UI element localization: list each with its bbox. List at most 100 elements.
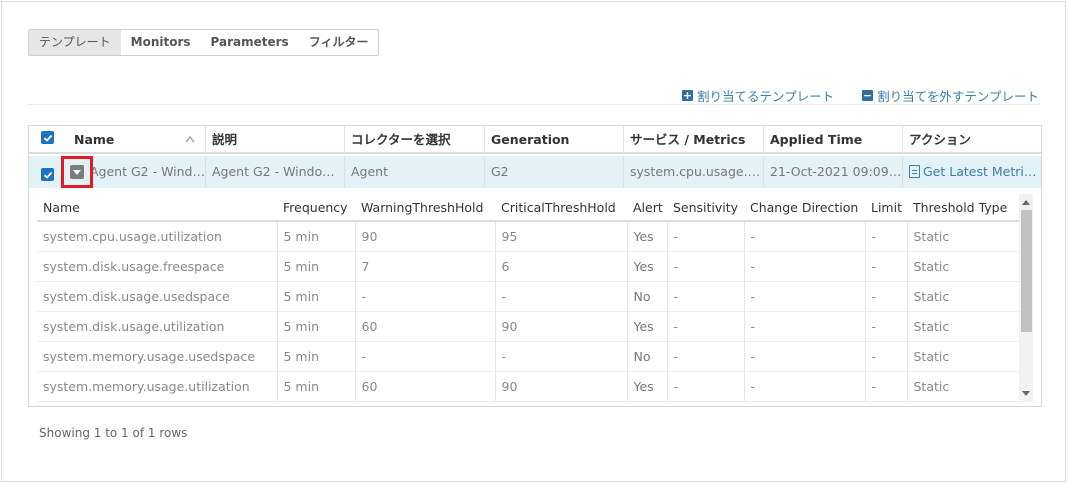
get-latest-metric-link[interactable]: Get Latest Metric Values xyxy=(902,156,1042,188)
tab-bar: テンプレート Monitors Parameters フィルター xyxy=(28,29,380,56)
cell-frequency: 5 min xyxy=(276,311,355,342)
row-collector: Agent xyxy=(344,156,484,188)
tab-parameters[interactable]: Parameters xyxy=(201,30,299,55)
cell-frequency: 5 min xyxy=(276,341,355,372)
cell-alert: Yes xyxy=(626,311,667,342)
cell-threshold-type: Static xyxy=(906,281,1019,312)
cell-limit: - xyxy=(864,341,907,372)
cell-sensitivity: - xyxy=(666,341,744,372)
cell-warning: 60 xyxy=(354,311,495,342)
document-icon xyxy=(909,165,920,178)
cell-warning: 7 xyxy=(354,251,495,282)
detail-header-change-direction[interactable]: Change Direction xyxy=(744,194,865,222)
cell-alert: Yes xyxy=(626,251,667,282)
row-checkbox[interactable] xyxy=(41,168,54,181)
cell-critical: - xyxy=(494,341,627,372)
scrollbar-thumb[interactable] xyxy=(1021,210,1032,332)
caret-down-icon xyxy=(70,165,84,179)
detail-header-threshold-type[interactable]: Threshold Type xyxy=(907,194,1019,222)
cell-critical: 90 xyxy=(494,311,627,342)
cell-limit: - xyxy=(864,371,907,402)
templates-table: Name 説明 コレクターを選択 Generation サービス / Metri… xyxy=(28,125,1042,407)
cell-name: system.memory.usage.utilization xyxy=(37,371,277,402)
row-description: Agent G2 - Windows Metrics xyxy=(205,156,344,188)
detail-header-warning[interactable]: WarningThreshHold xyxy=(355,194,495,222)
cell-change-direction: - xyxy=(743,281,865,312)
column-header-collector[interactable]: コレクターを選択 xyxy=(344,126,483,154)
get-latest-metric-label: Get Latest Metric Values xyxy=(923,164,1042,179)
detail-header-sensitivity[interactable]: Sensitivity xyxy=(667,194,744,222)
row-metrics: system.cpu.usage.utilization xyxy=(623,156,763,188)
table-row[interactable]: system.memory.usage.utilization 5 min 60… xyxy=(37,371,1019,402)
table-row[interactable]: Agent G2 - Windows Agent G2 - Windows Me… xyxy=(29,156,1041,188)
detail-header-critical[interactable]: CriticalThreshHold xyxy=(495,194,627,222)
cell-alert: No xyxy=(626,281,667,312)
vertical-scrollbar[interactable] xyxy=(1019,194,1033,402)
pagination-info: Showing 1 to 1 of 1 rows xyxy=(39,426,188,440)
cell-threshold-type: Static xyxy=(906,221,1019,252)
assign-template-link[interactable]: + 割り当てるテンプレート xyxy=(681,86,835,105)
cell-critical: 6 xyxy=(494,251,627,282)
scroll-up-icon[interactable] xyxy=(1022,200,1030,205)
expand-row-button[interactable] xyxy=(61,156,93,188)
cell-frequency: 5 min xyxy=(276,371,355,402)
column-header-name[interactable]: Name xyxy=(68,126,204,154)
cell-name: system.disk.usage.utilization xyxy=(37,311,277,342)
sort-asc-icon[interactable] xyxy=(185,135,195,143)
cell-name: system.disk.usage.freespace xyxy=(37,251,277,282)
cell-threshold-type: Static xyxy=(906,311,1019,342)
column-header-generation[interactable]: Generation xyxy=(484,126,623,154)
tab-filter[interactable]: フィルター xyxy=(299,30,379,55)
cell-change-direction: - xyxy=(743,341,865,372)
cell-critical: 90 xyxy=(494,371,627,402)
cell-sensitivity: - xyxy=(666,281,744,312)
cell-warning: 90 xyxy=(354,221,495,252)
table-header: Name 説明 コレクターを選択 Generation サービス / Metri… xyxy=(29,126,1041,154)
cell-change-direction: - xyxy=(743,311,865,342)
cell-sensitivity: - xyxy=(666,371,744,402)
detail-header-name[interactable]: Name xyxy=(37,194,277,222)
panel: テンプレート Monitors Parameters フィルター + 割り当てる… xyxy=(1,1,1066,482)
cell-name: system.cpu.usage.utilization xyxy=(37,221,277,252)
unassign-template-label: 割り当てを外すテンプレート xyxy=(877,89,1039,104)
check-icon xyxy=(43,171,52,179)
table-row[interactable]: system.disk.usage.freespace 5 min 7 6 Ye… xyxy=(37,251,1019,282)
column-header-action[interactable]: アクション xyxy=(902,126,1041,154)
table-row[interactable]: system.disk.usage.utilization 5 min 60 9… xyxy=(37,311,1019,342)
cell-critical: 95 xyxy=(494,221,627,252)
unassign-template-link[interactable]: − 割り当てを外すテンプレート xyxy=(862,86,1039,105)
cell-threshold-type: Static xyxy=(906,341,1019,372)
cell-name: system.disk.usage.usedspace xyxy=(37,281,277,312)
cell-warning: - xyxy=(354,341,495,372)
minus-icon: − xyxy=(862,89,874,102)
cell-change-direction: - xyxy=(743,221,865,252)
detail-header-frequency[interactable]: Frequency xyxy=(277,194,355,222)
template-actions: + 割り当てるテンプレート − 割り当てを外すテンプレート xyxy=(681,86,1039,105)
cell-sensitivity: - xyxy=(666,311,744,342)
cell-frequency: 5 min xyxy=(276,281,355,312)
column-header-metrics[interactable]: サービス / Metrics xyxy=(623,126,762,154)
cell-change-direction: - xyxy=(743,371,865,402)
scroll-down-icon[interactable] xyxy=(1022,391,1030,396)
column-header-applied-time[interactable]: Applied Time xyxy=(763,126,902,154)
cell-sensitivity: - xyxy=(666,251,744,282)
column-header-description[interactable]: 説明 xyxy=(205,126,343,154)
cell-limit: - xyxy=(864,281,907,312)
cell-sensitivity: - xyxy=(666,221,744,252)
row-applied-time: 21-Oct-2021 09:09:30 PM xyxy=(763,156,902,188)
cell-threshold-type: Static xyxy=(906,371,1019,402)
cell-frequency: 5 min xyxy=(276,251,355,282)
table-row[interactable]: system.memory.usage.usedspace 5 min - - … xyxy=(37,341,1019,372)
tab-monitors[interactable]: Monitors xyxy=(121,30,201,55)
table-row[interactable]: system.cpu.usage.utilization 5 min 90 95… xyxy=(37,221,1019,252)
metrics-detail-table: Name Frequency WarningThreshHold Critica… xyxy=(37,194,1033,402)
check-icon xyxy=(43,134,52,142)
table-row[interactable]: system.disk.usage.usedspace 5 min - - No… xyxy=(37,281,1019,312)
row-generation: G2 xyxy=(484,156,623,188)
detail-header-alert[interactable]: Alert xyxy=(627,194,667,222)
assign-template-label: 割り当てるテンプレート xyxy=(696,89,835,104)
cell-alert: Yes xyxy=(626,371,667,402)
tab-templates[interactable]: テンプレート xyxy=(29,30,121,55)
detail-header-limit[interactable]: Limit xyxy=(865,194,907,222)
select-all-checkbox[interactable] xyxy=(41,131,54,144)
